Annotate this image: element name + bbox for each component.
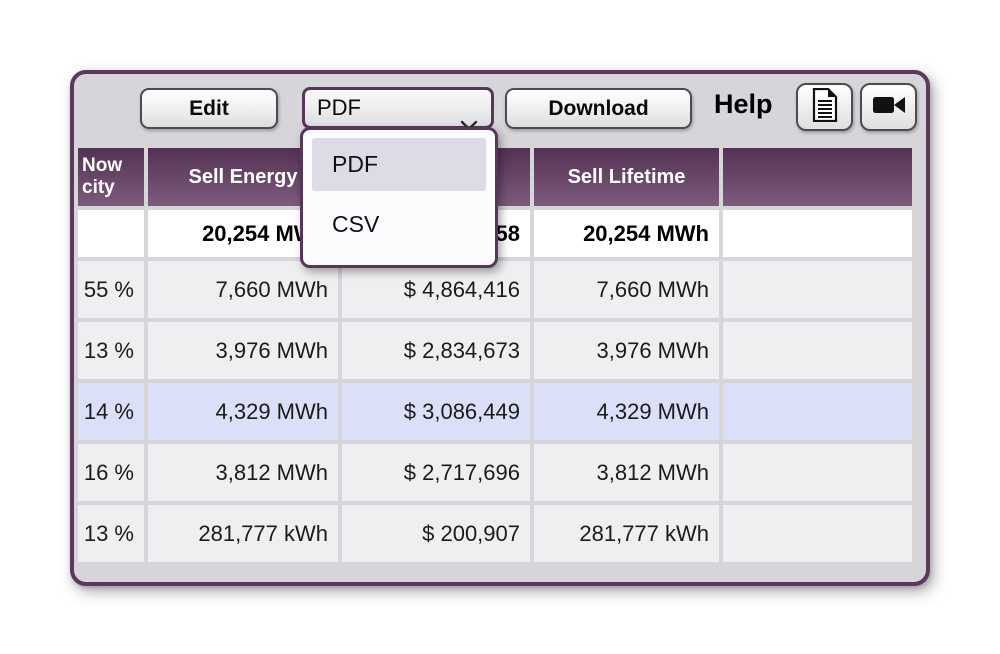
cell-sell-revenue: $ 2,717,696 — [342, 444, 530, 501]
cell-capacity: 13 % — [78, 322, 144, 379]
column-header-capacity[interactable]: Nowcity — [78, 148, 144, 206]
cell-blank — [723, 505, 912, 562]
cell-sell-lifetime: 20,254 MWh — [534, 210, 719, 257]
cell-capacity — [78, 210, 144, 257]
cell-sell-energy: 3,976 MWh — [148, 322, 338, 379]
cell-blank — [723, 261, 912, 318]
format-dropdown-panel: PDF CSV — [300, 127, 498, 268]
table-row[interactable]: 16 %3,812 MWh$ 2,717,6963,812 MWh — [78, 444, 912, 501]
dropdown-option-csv[interactable]: CSV — [312, 198, 486, 251]
column-header-blank — [723, 148, 912, 206]
cell-sell-energy: 3,812 MWh — [148, 444, 338, 501]
help-video-button[interactable] — [860, 83, 917, 131]
table-row[interactable]: 14 %4,329 MWh$ 3,086,4494,329 MWh — [78, 383, 912, 440]
column-header-sell-lifetime[interactable]: Sell Lifetime — [534, 148, 719, 206]
table-row[interactable]: 55 %7,660 MWh$ 4,864,4167,660 MWh — [78, 261, 912, 318]
cell-sell-revenue: $ 3,086,449 — [342, 383, 530, 440]
format-select[interactable]: PDF — [302, 87, 494, 129]
cell-sell-lifetime: 3,976 MWh — [534, 322, 719, 379]
cell-sell-revenue: $ 2,834,673 — [342, 322, 530, 379]
help-document-button[interactable] — [796, 83, 853, 131]
cell-sell-lifetime: 281,777 kWh — [534, 505, 719, 562]
cell-capacity: 13 % — [78, 505, 144, 562]
cell-sell-energy: 281,777 kWh — [148, 505, 338, 562]
cell-blank — [723, 322, 912, 379]
cell-blank — [723, 210, 912, 257]
cell-sell-lifetime: 7,660 MWh — [534, 261, 719, 318]
toolbar: Edit PDF Download Help — [74, 74, 926, 144]
format-select-value: PDF — [317, 95, 361, 120]
cell-sell-revenue: $ 200,907 — [342, 505, 530, 562]
video-camera-icon — [872, 93, 906, 122]
cell-sell-lifetime: 4,329 MWh — [534, 383, 719, 440]
dropdown-option-pdf[interactable]: PDF — [312, 138, 486, 191]
cell-capacity: 55 % — [78, 261, 144, 318]
help-label: Help — [714, 89, 773, 120]
table-area: NowcitySell EnergySell RevenueSell Lifet… — [74, 144, 926, 582]
edit-button[interactable]: Edit — [140, 88, 278, 129]
cell-sell-energy: 7,660 MWh — [148, 261, 338, 318]
table-row[interactable]: 13 %3,976 MWh$ 2,834,6733,976 MWh — [78, 322, 912, 379]
download-button[interactable]: Download — [505, 88, 692, 129]
cell-blank — [723, 383, 912, 440]
cell-capacity: 14 % — [78, 383, 144, 440]
cell-blank — [723, 444, 912, 501]
table-row[interactable]: 13 %281,777 kWh$ 200,907281,777 kWh — [78, 505, 912, 562]
document-icon — [811, 88, 839, 127]
app-window: Edit PDF Download Help — [70, 70, 930, 586]
cell-sell-lifetime: 3,812 MWh — [534, 444, 719, 501]
cell-sell-energy: 4,329 MWh — [148, 383, 338, 440]
cell-capacity: 16 % — [78, 444, 144, 501]
cell-sell-revenue: $ 4,864,416 — [342, 261, 530, 318]
